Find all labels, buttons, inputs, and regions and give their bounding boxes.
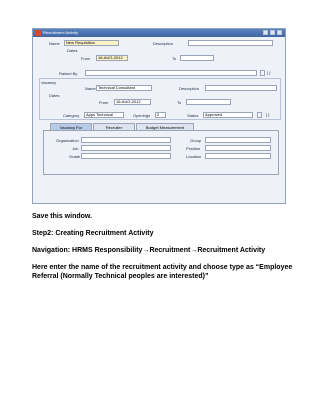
window-title: Recruitment Activity xyxy=(43,30,79,35)
doc-line-step2: Step2: Creating Recruitment Activity xyxy=(32,230,154,237)
vacancy-to-label: To xyxy=(177,100,182,105)
status-label: Status xyxy=(187,113,199,118)
name-label: Name xyxy=(49,41,60,46)
organization-field[interactable] xyxy=(81,137,171,143)
organization-label: Organization xyxy=(56,138,79,143)
window-icon xyxy=(35,30,41,36)
group-label: Group xyxy=(190,138,202,143)
openings-field[interactable]: 2 xyxy=(155,112,166,118)
openings-label: Openings xyxy=(133,113,151,118)
vacancy-name-field[interactable]: Technical Consultant xyxy=(96,85,152,91)
grade-field[interactable] xyxy=(81,153,171,159)
description-field[interactable] xyxy=(188,40,273,46)
position-label: Position xyxy=(186,146,201,151)
vacancy-to-field[interactable] xyxy=(186,99,231,105)
category-field[interactable]: Apps Technical xyxy=(84,112,124,118)
job-field[interactable] xyxy=(81,145,171,151)
dates-label: Dates xyxy=(67,48,78,53)
status-field[interactable]: Approved xyxy=(203,112,253,118)
from-date-field[interactable]: 16-AUG-2012 xyxy=(96,55,128,61)
location-label: Location xyxy=(186,154,202,159)
vacancy-group-label: Vacancy xyxy=(41,80,57,85)
bracket-icon: [ ] xyxy=(267,70,271,75)
to-label: To xyxy=(172,56,177,61)
bracket-icon-2: [ ] xyxy=(266,112,270,117)
vacancy-from-field[interactable]: 16-AUG-2012 xyxy=(114,99,151,105)
nav-prefix: Navigation: HRMS Responsibility xyxy=(32,247,143,254)
vacancy-dates-label: Dates xyxy=(49,93,60,98)
from-label: From xyxy=(81,56,91,61)
vacancy-for-panel: Organization Job Grade Group Position Lo… xyxy=(43,130,279,175)
vacancy-name-label: Name xyxy=(85,86,96,91)
vacancy-from-label: From xyxy=(99,100,109,105)
minimize-icon[interactable] xyxy=(263,30,268,35)
group-field[interactable] xyxy=(205,137,271,143)
description-label: Description xyxy=(153,41,174,46)
raised-by-field[interactable] xyxy=(85,70,257,76)
doc-line-save: Save this window. xyxy=(32,213,93,220)
doc-line-navigation: Navigation: HRMS Responsibility→Recruitm… xyxy=(32,246,302,255)
job-label: Job xyxy=(72,146,79,151)
grade-label: Grade xyxy=(69,154,81,159)
window-titlebar: Recruitment Activity xyxy=(33,29,285,37)
raised-by-lov-button[interactable] xyxy=(260,70,265,76)
category-label: Category xyxy=(63,113,80,118)
oracle-form-screenshot: Recruitment Activity Name New Requisitio… xyxy=(32,28,286,204)
maximize-icon[interactable] xyxy=(270,30,275,35)
close-icon[interactable] xyxy=(277,30,282,35)
vacancy-description-field[interactable] xyxy=(205,85,277,91)
position-field[interactable] xyxy=(205,145,271,151)
doc-line-instructions: Here enter the name of the recruitment a… xyxy=(32,264,293,280)
raised-by-label: Raised By xyxy=(59,71,78,76)
to-date-field[interactable] xyxy=(180,55,214,61)
vacancy-description-label: Description xyxy=(179,86,200,91)
nav-mid: Recruitment xyxy=(149,247,191,254)
name-field[interactable]: New Requisition xyxy=(64,40,119,46)
nav-end: Recruitment Activity xyxy=(197,247,266,254)
location-field[interactable] xyxy=(205,153,271,159)
status-lov-button[interactable] xyxy=(257,112,262,118)
